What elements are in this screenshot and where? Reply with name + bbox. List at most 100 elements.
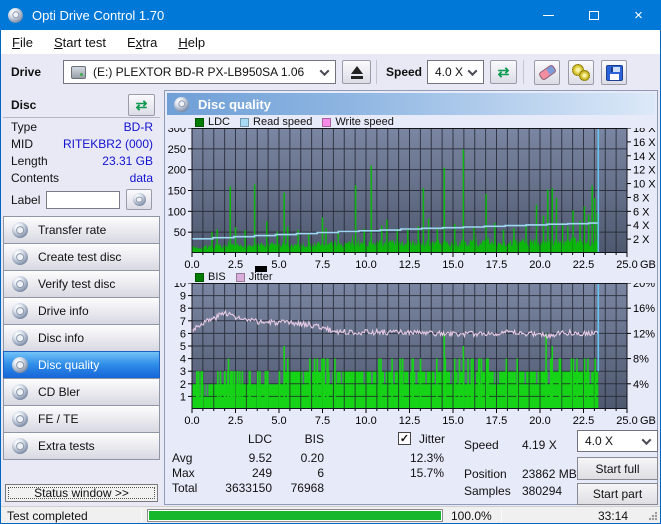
legend-swatch	[195, 117, 204, 127]
svg-text:10 X: 10 X	[633, 179, 656, 191]
start-part-button[interactable]: Start part	[577, 483, 658, 505]
sidebar-item-create-test-disc[interactable]: Create test disc	[3, 243, 160, 271]
menu-bar: File Start test Extra Help	[1, 30, 660, 54]
legend-swatch	[322, 117, 332, 127]
menu-extra[interactable]: Extra	[117, 32, 167, 53]
svg-text:4%: 4%	[633, 379, 649, 391]
jitter-checkbox[interactable]: ✓	[398, 432, 411, 445]
svg-text:300: 300	[168, 128, 186, 135]
disc-icon	[12, 384, 28, 400]
svg-text:8: 8	[180, 303, 186, 315]
disc-icon	[12, 330, 28, 346]
close-button[interactable]: ×	[616, 0, 661, 30]
speed-stat-label: Speed	[464, 438, 499, 452]
statusbar-separator	[501, 509, 502, 522]
nav-label: Extra tests	[38, 439, 95, 453]
elapsed-time: 33:14	[597, 509, 628, 523]
svg-text:10.0: 10.0	[355, 259, 376, 270]
svg-text:20%: 20%	[633, 283, 655, 290]
svg-text:12 X: 12 X	[633, 165, 656, 177]
bis-jitter-chart: 12345678910 4% 8% 12% 16% 20% 0.0 2.5 5.0 7.5 10.0…	[174, 283, 656, 426]
menu-help[interactable]: Help	[168, 32, 215, 53]
sidebar-item-cd-bler[interactable]: CD Bler	[3, 378, 160, 406]
close-icon: ×	[634, 6, 643, 24]
label-input[interactable]	[46, 190, 121, 209]
nav-label: CD Bler	[38, 385, 81, 399]
svg-text:7.5: 7.5	[315, 415, 330, 426]
disc-field-length: Length 23.31 GB	[3, 152, 160, 169]
disc-icon	[174, 96, 189, 112]
sidebar-item-extra-tests[interactable]: Extra tests	[3, 432, 160, 460]
svg-text:8 X: 8 X	[633, 192, 650, 204]
stats-row-avg-label: Avg	[172, 451, 193, 465]
svg-text:2: 2	[180, 379, 186, 391]
rescan-disc-button[interactable]: ⇄	[128, 93, 155, 116]
save-icon	[605, 64, 623, 81]
nav-label: Drive info	[38, 304, 89, 318]
status-window-button[interactable]: Status window >>	[5, 484, 158, 502]
stats-row-total-label: Total	[172, 481, 198, 495]
disc-label-button[interactable]	[126, 189, 153, 210]
field-value: RITEKBR2 (000)	[62, 136, 153, 151]
jitter-checkbox-label[interactable]: Jitter	[419, 432, 445, 446]
disc-icon	[132, 193, 146, 206]
field-label: Type	[11, 119, 38, 134]
svg-text:2 X: 2 X	[633, 234, 650, 246]
disc-field-mid: MID RITEKBR2 (000)	[3, 135, 160, 152]
progress-fill	[149, 511, 441, 520]
svg-text:16%: 16%	[633, 303, 655, 315]
sidebar-item-disc-info[interactable]: Disc info	[3, 324, 160, 352]
sidebar-item-fe-te[interactable]: FE / TE	[3, 405, 160, 433]
start-full-button[interactable]: Start full	[577, 457, 658, 480]
disc-panel: Disc ⇄ Type BD-R MID RITEKBR2 (000) Length 23…	[3, 92, 160, 210]
menu-file[interactable]: File	[2, 32, 43, 53]
minimize-icon	[543, 14, 554, 16]
sidebar-item-verify-test-disc[interactable]: Verify test disc	[3, 270, 160, 298]
svg-text:22.5: 22.5	[573, 415, 594, 426]
minimize-button[interactable]	[526, 0, 571, 30]
disc-field-type: Type BD-R	[3, 118, 160, 135]
toolbar-separator	[523, 60, 524, 84]
eject-button[interactable]	[342, 60, 371, 84]
save-button[interactable]	[601, 60, 627, 85]
field-value: data	[129, 170, 153, 185]
sidebar-item-disc-quality[interactable]: Disc quality	[3, 351, 160, 379]
svg-text:14 X: 14 X	[633, 151, 656, 163]
eraser-icon	[537, 63, 557, 82]
svg-text:5: 5	[180, 341, 186, 353]
sidebar-item-transfer-rate[interactable]: Transfer rate	[3, 216, 160, 244]
menu-start-test[interactable]: Start test	[44, 32, 116, 53]
nav-label: Verify test disc	[38, 277, 116, 291]
svg-text:4 X: 4 X	[633, 220, 650, 232]
quality-speed-select[interactable]: 4.0 X	[577, 430, 658, 452]
svg-text:6: 6	[180, 328, 186, 340]
legend-swatch	[195, 272, 204, 282]
svg-text:15.0: 15.0	[442, 415, 463, 426]
refresh-drive-button[interactable]: ⇄	[490, 60, 517, 84]
window-title: Opti Drive Control 1.70	[32, 7, 165, 23]
settings-button[interactable]	[568, 60, 594, 85]
speed-select[interactable]: 4.0 X	[427, 60, 484, 84]
ldc-chart: 50 100 150 200 250 300 2 X 4 X 6 X 8 X10 X 12 X 14 …	[168, 128, 656, 270]
erase-disc-button[interactable]	[534, 60, 560, 85]
field-value: BD-R	[123, 119, 153, 134]
maximize-button[interactable]	[571, 0, 616, 30]
stats-col-bis: BIS	[304, 432, 324, 446]
drive-select[interactable]: (E:) PLEXTOR BD-R PX-LB950SA 1.06	[63, 60, 336, 84]
stats-row-max-label: Max	[172, 466, 195, 480]
progress-bar	[147, 509, 443, 522]
drive-select-value: (E:) PLEXTOR BD-R PX-LB950SA 1.06	[93, 65, 305, 79]
sidebar-item-drive-info[interactable]: Drive info	[3, 297, 160, 325]
panel-header: Disc quality	[167, 93, 655, 115]
svg-text:5.0: 5.0	[271, 259, 286, 270]
status-bar: Test completed 100.0% 33:14	[1, 506, 660, 523]
avg-jitter: 12.3%	[409, 451, 444, 465]
svg-text:2.5: 2.5	[228, 259, 243, 270]
svg-text:0.0: 0.0	[184, 415, 199, 426]
quality-speed-value: 4.0 X	[585, 434, 614, 448]
resize-grip[interactable]	[648, 511, 658, 521]
client-area: Disc ⇄ Type BD-R MID RITEKBR2 (000) Length 23…	[1, 90, 660, 506]
drive-icon	[71, 65, 86, 79]
samples-stat-label: Samples	[464, 484, 511, 498]
svg-text:6 X: 6 X	[633, 206, 650, 218]
